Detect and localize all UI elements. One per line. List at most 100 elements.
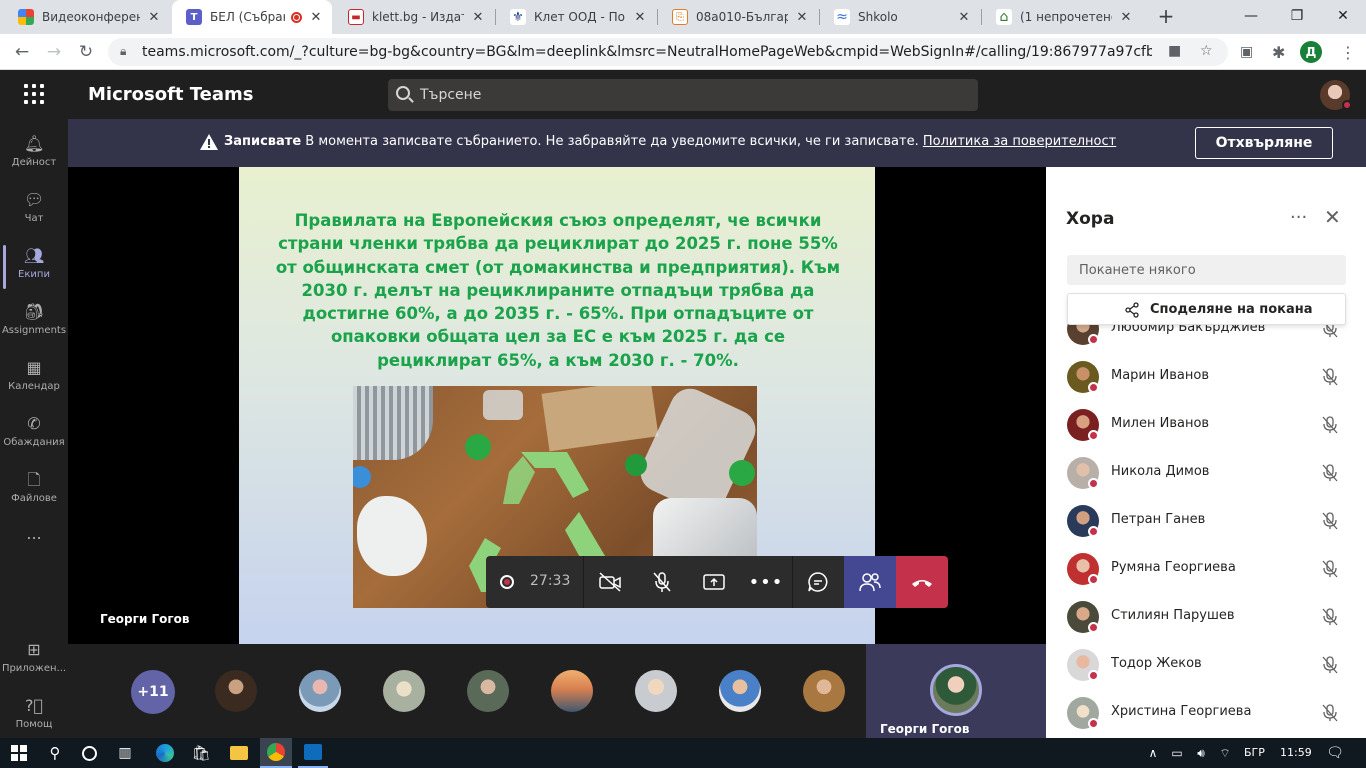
back-button[interactable]: ← (10, 40, 34, 64)
list-item[interactable]: Стилиян Парушев (1046, 593, 1366, 641)
list-item[interactable]: Тодор Жеков (1046, 641, 1366, 689)
battery-icon[interactable]: ▭ (1166, 738, 1188, 768)
forward-button[interactable]: → (42, 40, 66, 64)
invite-input[interactable]: Поканете някого (1067, 255, 1346, 285)
browser-tab[interactable]: ⚜ Клет ООД - Порта ✕ (496, 0, 656, 34)
rail-item-teams[interactable]: 👥︎ Екипи (0, 239, 68, 295)
participant-name: Милен Иванов (1111, 416, 1210, 431)
participant-avatar[interactable] (383, 670, 425, 712)
rail-item-chat[interactable]: 💬︎ Чат (0, 183, 68, 239)
clock[interactable]: 11:59 (1280, 746, 1312, 759)
share-invite-button[interactable]: Споделяне на покана (1067, 293, 1346, 325)
rail-item-help[interactable]: ?⃝ Помощ (0, 689, 68, 745)
rail-item-calls[interactable]: ✆ Обаждания (0, 407, 68, 463)
mic-toggle-button[interactable] (636, 556, 688, 608)
close-icon[interactable]: ✕ (308, 10, 324, 25)
close-icon[interactable]: ✕ (632, 10, 648, 25)
search-input[interactable]: Търсене (388, 79, 978, 111)
more-options-icon[interactable]: ··· (1290, 207, 1307, 228)
participants-button[interactable] (844, 556, 896, 608)
cortana-icon[interactable] (74, 738, 104, 768)
search-icon[interactable]: ⚲ (40, 738, 70, 768)
browser-tab[interactable]: Видеоконференц ✕ (4, 0, 170, 34)
minimize-button[interactable]: — (1228, 0, 1274, 34)
rail-item-calendar[interactable]: ▦ Календар (0, 351, 68, 407)
browser-tab[interactable]: ⎘ 08a010-Българск ✕ (658, 0, 818, 34)
participant-avatar[interactable] (551, 670, 593, 712)
rail-item-apps[interactable]: ⊞ Приложен... (0, 633, 68, 689)
more-participants-button[interactable]: +11 (131, 670, 175, 714)
privacy-policy-link[interactable]: Политика за поверителност (923, 134, 1116, 149)
close-icon[interactable]: ✕ (146, 10, 162, 25)
address-bar[interactable]: 🔒︎ teams.microsoft.com/_?culture=bg-bg&c… (108, 38, 1228, 66)
list-item[interactable]: Марин Иванов (1046, 353, 1366, 401)
self-video-tile[interactable]: Георги Гогов (866, 644, 1046, 738)
puzzle-icon[interactable]: ✱ (1272, 43, 1285, 62)
dismiss-button[interactable]: Отхвърляне (1195, 127, 1333, 159)
close-icon[interactable]: ✕ (794, 10, 810, 25)
camera-icon[interactable]: ■ (1168, 43, 1181, 59)
restore-button[interactable]: ❐ (1274, 0, 1320, 34)
window-close-button[interactable]: ✕ (1320, 0, 1366, 34)
status-dot (1088, 430, 1099, 441)
rail-item-activity[interactable]: 🔔︎ Дейност (0, 127, 68, 183)
app-launcher-icon[interactable] (24, 84, 44, 104)
language-indicator[interactable]: БГР (1244, 746, 1265, 759)
participant-avatar[interactable] (299, 670, 341, 712)
rail-item-more[interactable]: ... (0, 521, 68, 551)
close-icon[interactable]: ✕ (1118, 10, 1134, 25)
extension-icon[interactable]: ▣ (1240, 44, 1253, 60)
share-tray-icon (703, 574, 725, 590)
chat-button[interactable] (792, 556, 844, 608)
edge-icon[interactable] (150, 738, 180, 768)
list-item[interactable]: Петран Ганев (1046, 497, 1366, 545)
participant-avatar[interactable] (215, 670, 257, 712)
camera-toggle-button[interactable] (584, 556, 636, 608)
outlook-icon[interactable] (298, 738, 328, 768)
bookmark-star-icon[interactable]: ☆ (1200, 43, 1213, 59)
list-item[interactable]: Христина Георгиева (1046, 689, 1366, 737)
participant-avatar[interactable] (719, 670, 761, 712)
lock-icon[interactable]: 🔒︎ (120, 44, 126, 59)
more-actions-button[interactable]: ••• (740, 556, 792, 608)
leave-call-button[interactable] (896, 556, 948, 608)
close-icon[interactable]: ✕ (1324, 205, 1341, 229)
reload-button[interactable]: ↻ (74, 40, 98, 64)
start-button[interactable] (0, 738, 38, 768)
network-icon[interactable]: ⌔ (1214, 738, 1236, 768)
participant-avatar[interactable] (803, 670, 845, 712)
url-text[interactable]: teams.microsoft.com/_?culture=bg-bg&coun… (142, 44, 1152, 60)
tray-chevron-icon[interactable]: ∧ (1142, 738, 1164, 768)
participant-name: Марин Иванов (1111, 368, 1209, 383)
participant-avatar[interactable] (467, 670, 509, 712)
tab-label: Shkolo (858, 10, 898, 24)
profile-avatar[interactable]: Д (1300, 41, 1322, 63)
list-item[interactable]: Никола Димов (1046, 449, 1366, 497)
rail-label: Помощ (15, 719, 53, 730)
close-icon[interactable]: ✕ (470, 10, 486, 25)
list-item[interactable]: Милен Иванов (1046, 401, 1366, 449)
chrome-taskbar-icon[interactable] (260, 738, 292, 768)
rail-label: Обаждания (3, 437, 65, 448)
browser-tab[interactable]: ▬ klett.bg - Издател ✕ (334, 0, 494, 34)
new-tab-button[interactable]: + (1154, 5, 1178, 29)
browser-tab[interactable]: ≈ Shkolo ✕ (820, 0, 980, 34)
volume-icon[interactable]: 🔊︎ (1190, 738, 1212, 768)
banner-bold: Записвате (224, 134, 302, 149)
menu-dots-icon[interactable]: ⋮ (1340, 43, 1356, 62)
browser-tab[interactable]: ⌂ (1 непрочетено) - ✕ (982, 0, 1142, 34)
file-explorer-icon[interactable] (224, 738, 254, 768)
notification-icon[interactable]: 🗨︎ (1318, 738, 1352, 768)
tab-label: (1 непрочетено) - (1020, 10, 1112, 24)
rail-item-assignments[interactable]: 🎒︎ Assignments (0, 295, 68, 351)
rail-item-files[interactable]: 🗋 Файлове (0, 463, 68, 519)
participant-avatar[interactable] (635, 670, 677, 712)
task-view-icon[interactable]: ▥ (110, 738, 140, 768)
windows-icon (11, 745, 27, 761)
browser-tab-active[interactable]: T БЕЛ (Събрани ✕ (172, 0, 332, 34)
store-icon[interactable]: 🛍︎ (186, 738, 216, 768)
recording-indicator-icon (500, 575, 514, 589)
close-icon[interactable]: ✕ (956, 10, 972, 25)
share-screen-button[interactable] (688, 556, 740, 608)
list-item[interactable]: Румяна Георгиева (1046, 545, 1366, 593)
